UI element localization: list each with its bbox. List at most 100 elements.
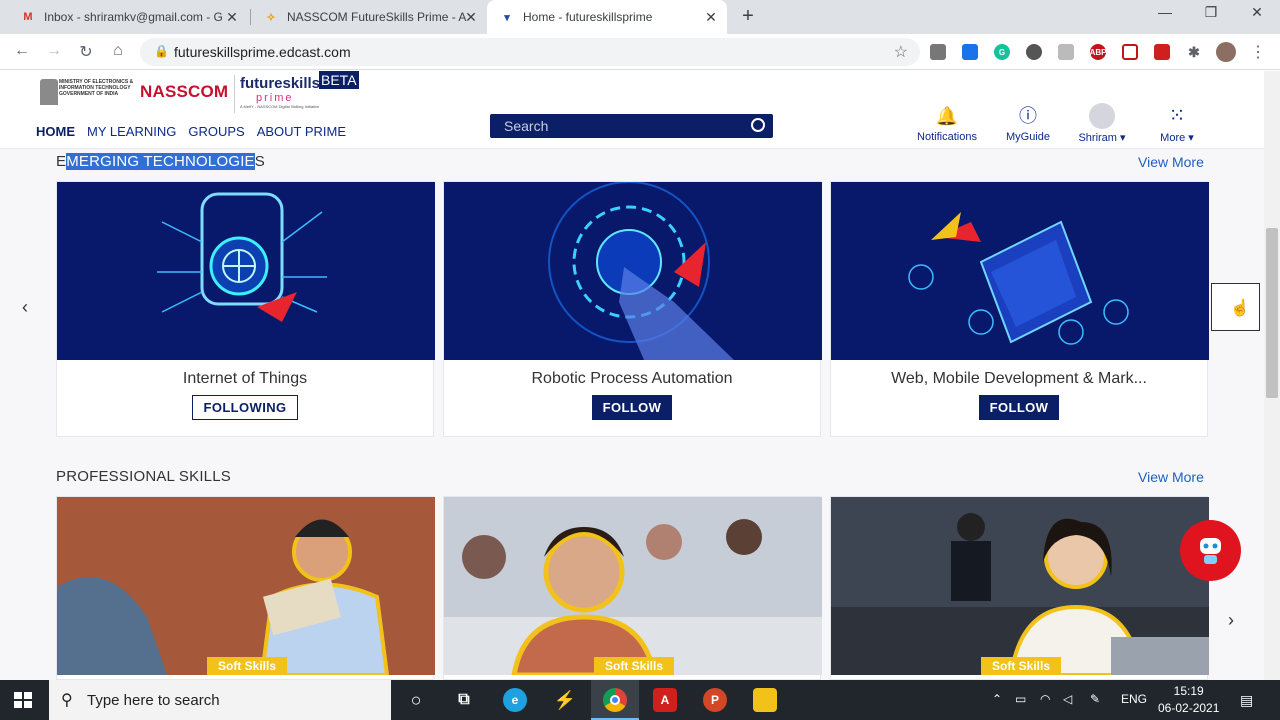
bookmark-star-icon[interactable]: ☆ <box>894 42 908 62</box>
channel-card-web-mobile[interactable]: Web, Mobile Development & Mark... FOLLOW <box>830 181 1209 437</box>
new-tab-button[interactable]: + <box>737 5 759 28</box>
chrome-icon <box>603 688 627 712</box>
pen-icon[interactable]: ✎ <box>1090 692 1100 706</box>
url-text: futureskillsprime.edcast.com <box>174 44 351 60</box>
help-circle-icon: ⓘ <box>1019 106 1037 126</box>
extension-icon[interactable] <box>1026 44 1042 60</box>
tab-home[interactable]: ▾ Home - futureskillsprime ✕ <box>487 0 727 34</box>
channel-card-iot[interactable]: Internet of Things FOLLOWING <box>56 181 435 437</box>
language-indicator[interactable]: ENG <box>1121 692 1147 706</box>
card-title: Web, Mobile Development & Mark... <box>891 370 1147 387</box>
futureskills-logo[interactable]: futureskills <box>240 75 320 92</box>
ministry-text: MINISTRY OF ELECTRONICS & INFORMATION TE… <box>59 79 134 97</box>
close-icon[interactable]: ✕ <box>463 9 479 26</box>
wifi-icon[interactable]: ◠ <box>1040 692 1050 706</box>
chevron-up-icon[interactable]: ⌃ <box>992 692 1002 706</box>
avatar <box>1089 103 1115 129</box>
pdf-extension-icon[interactable] <box>1154 44 1170 60</box>
channel-card-rpa[interactable]: Robotic Process Automation FOLLOW <box>443 181 822 437</box>
chrome-taskbar-button[interactable] <box>591 680 639 720</box>
clock[interactable]: 15:19 06-02-2021 <box>1158 683 1219 717</box>
skill-card[interactable]: Soft Skills <box>830 496 1209 680</box>
minimize-button[interactable]: — <box>1150 4 1180 20</box>
close-icon[interactable]: ✕ <box>224 9 240 26</box>
chevron-left-icon[interactable]: ‹ <box>22 297 28 318</box>
futureskills-icon: ▾ <box>504 11 510 24</box>
puzzle-icon[interactable]: ✱ <box>1186 44 1202 60</box>
user-menu-button[interactable]: Shriram ▾ <box>1072 103 1132 144</box>
web-dev-image <box>831 182 1209 360</box>
scrollbar-thumb[interactable] <box>1266 228 1278 398</box>
nav-groups[interactable]: GROUPS <box>188 124 244 139</box>
volume-icon[interactable]: ◁ <box>1063 692 1072 706</box>
skill-card-image: Soft Skills <box>57 497 435 675</box>
notification-center-icon[interactable]: ▤ <box>1240 692 1253 709</box>
emblem-icon <box>40 79 58 105</box>
extension-icon[interactable] <box>1122 44 1138 60</box>
brand-tagline: A MeitY - NASSCOM Digital Skilling Initi… <box>240 104 320 109</box>
task-view-icon[interactable]: ⧉ <box>452 688 476 712</box>
restore-button[interactable]: ❐ <box>1196 4 1226 21</box>
close-icon[interactable]: ✕ <box>703 9 719 26</box>
menu-kebab-icon[interactable]: ⋮ <box>1250 42 1266 62</box>
lock-icon: 🔒 <box>154 44 169 58</box>
tab-gmail[interactable]: M Inbox - shriramkv@gmail.com - G ✕ <box>8 0 248 34</box>
bell-icon: 🔔 <box>935 106 959 126</box>
skill-card[interactable]: Soft Skills <box>56 496 435 680</box>
following-button[interactable]: FOLLOWING <box>192 395 298 420</box>
nav-home[interactable]: HOME <box>36 124 75 139</box>
notifications-button[interactable]: 🔔 Notifications <box>912 103 982 143</box>
nav-my-learning[interactable]: MY LEARNING <box>87 124 176 139</box>
gmail-icon: M <box>23 11 33 23</box>
view-more-link[interactable]: View More <box>1138 154 1204 170</box>
section-title-professional: PROFESSIONAL SKILLS <box>56 468 231 485</box>
tab-nasscom[interactable]: ✧ NASSCOM FutureSkills Prime - A ✕ <box>251 0 487 34</box>
adblock-icon[interactable]: ABP <box>1090 44 1106 60</box>
edge-icon[interactable]: e <box>503 688 527 712</box>
iot-image <box>57 182 435 360</box>
chevron-right-icon[interactable]: › <box>1228 610 1234 631</box>
carousel-next-button[interactable]: ☝ <box>1211 283 1260 331</box>
skill-card-image: Soft Skills <box>831 497 1209 675</box>
windows-taskbar: ⚲ Type here to search ○ ⧉ e ⚡ A P ⌃ ▭ ◠ … <box>0 680 1280 720</box>
chatbot-button[interactable] <box>1180 520 1241 581</box>
address-bar[interactable]: 🔒 futureskillsprime.edcast.com ☆ <box>140 38 920 66</box>
reload-icon[interactable]: ↻ <box>76 42 96 62</box>
app-icon[interactable]: ⚡ <box>553 688 577 712</box>
file-explorer-icon[interactable] <box>753 688 777 712</box>
forward-icon[interactable]: → <box>44 42 64 60</box>
taskbar-search-input[interactable]: ⚲ Type here to search <box>49 680 391 720</box>
page-content: MINISTRY OF ELECTRONICS & INFORMATION TE… <box>0 71 1264 680</box>
search-icon[interactable] <box>751 118 765 132</box>
cortana-icon[interactable]: ○ <box>404 688 428 712</box>
myguide-button[interactable]: ⓘ MyGuide <box>1002 103 1054 143</box>
windows-start-icon[interactable] <box>14 692 32 708</box>
follow-button[interactable]: FOLLOW <box>978 395 1060 420</box>
grid-icon: ⁙ <box>1168 105 1186 127</box>
profile-avatar[interactable] <box>1216 42 1236 62</box>
skill-tag: Soft Skills <box>981 657 1061 675</box>
skill-card[interactable]: Soft Skills <box>443 496 822 680</box>
grammarly-icon[interactable]: G <box>994 44 1010 60</box>
follow-button[interactable]: FOLLOW <box>591 395 673 420</box>
extension-icon[interactable] <box>962 44 978 60</box>
nasscom-logo[interactable]: NASSCOM <box>140 82 228 102</box>
battery-icon[interactable]: ▭ <box>1015 692 1026 706</box>
acrobat-icon[interactable]: A <box>653 688 677 712</box>
window-close-button[interactable]: ✕ <box>1242 4 1272 21</box>
main-nav: HOME MY LEARNING GROUPS ABOUT PRIME <box>36 124 346 139</box>
extension-icon[interactable] <box>930 44 946 60</box>
extension-icon[interactable] <box>1058 44 1074 60</box>
prime-logo-text: prime <box>256 92 294 104</box>
skill-card-image: Soft Skills <box>444 497 822 675</box>
skill-tag: Soft Skills <box>207 657 287 675</box>
nav-about-prime[interactable]: ABOUT PRIME <box>257 124 346 139</box>
view-more-link[interactable]: View More <box>1138 469 1204 485</box>
more-menu-button[interactable]: ⁙ More ▾ <box>1152 103 1202 144</box>
beta-badge: BETA <box>319 71 359 89</box>
search-input[interactable]: Search <box>490 114 773 138</box>
home-icon[interactable]: ⌂ <box>108 42 128 60</box>
back-icon[interactable]: ← <box>12 42 32 60</box>
powerpoint-icon[interactable]: P <box>703 688 727 712</box>
rpa-image <box>444 182 822 360</box>
